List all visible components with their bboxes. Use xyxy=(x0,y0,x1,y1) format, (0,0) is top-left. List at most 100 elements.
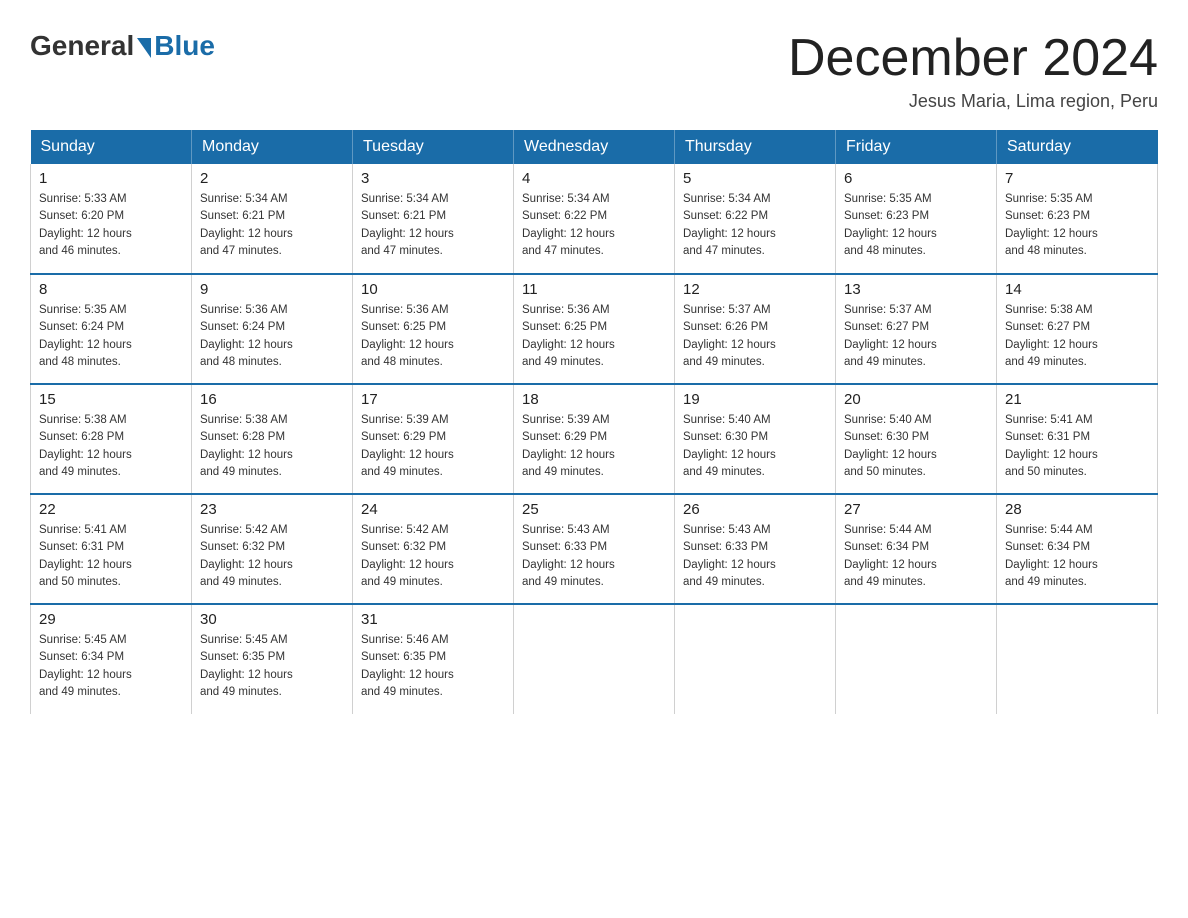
table-row: 30 Sunrise: 5:45 AM Sunset: 6:35 PM Dayl… xyxy=(192,604,353,714)
table-row: 23 Sunrise: 5:42 AM Sunset: 6:32 PM Dayl… xyxy=(192,494,353,604)
table-row: 28 Sunrise: 5:44 AM Sunset: 6:34 PM Dayl… xyxy=(997,494,1158,604)
day-info: Sunrise: 5:33 AM Sunset: 6:20 PM Dayligh… xyxy=(39,191,183,260)
day-number: 7 xyxy=(1005,170,1149,187)
table-row: 13 Sunrise: 5:37 AM Sunset: 6:27 PM Dayl… xyxy=(836,274,997,384)
day-info: Sunrise: 5:34 AM Sunset: 6:22 PM Dayligh… xyxy=(522,191,666,260)
table-row: 2 Sunrise: 5:34 AM Sunset: 6:21 PM Dayli… xyxy=(192,164,353,274)
logo-blue-text: Blue xyxy=(154,30,215,62)
day-number: 24 xyxy=(361,501,505,518)
col-friday: Friday xyxy=(836,130,997,164)
day-number: 8 xyxy=(39,281,183,298)
day-info: Sunrise: 5:36 AM Sunset: 6:24 PM Dayligh… xyxy=(200,302,344,371)
table-row xyxy=(997,604,1158,714)
day-number: 5 xyxy=(683,170,827,187)
day-number: 18 xyxy=(522,391,666,408)
col-tuesday: Tuesday xyxy=(353,130,514,164)
calendar-week-row: 1 Sunrise: 5:33 AM Sunset: 6:20 PM Dayli… xyxy=(31,164,1158,274)
day-number: 27 xyxy=(844,501,988,518)
day-info: Sunrise: 5:46 AM Sunset: 6:35 PM Dayligh… xyxy=(361,632,505,701)
table-row: 6 Sunrise: 5:35 AM Sunset: 6:23 PM Dayli… xyxy=(836,164,997,274)
table-row: 9 Sunrise: 5:36 AM Sunset: 6:24 PM Dayli… xyxy=(192,274,353,384)
table-row: 22 Sunrise: 5:41 AM Sunset: 6:31 PM Dayl… xyxy=(31,494,192,604)
day-info: Sunrise: 5:35 AM Sunset: 6:24 PM Dayligh… xyxy=(39,302,183,371)
day-info: Sunrise: 5:38 AM Sunset: 6:28 PM Dayligh… xyxy=(39,412,183,481)
day-info: Sunrise: 5:44 AM Sunset: 6:34 PM Dayligh… xyxy=(1005,522,1149,591)
calendar-header-row: Sunday Monday Tuesday Wednesday Thursday… xyxy=(31,130,1158,164)
calendar-week-row: 22 Sunrise: 5:41 AM Sunset: 6:31 PM Dayl… xyxy=(31,494,1158,604)
day-number: 20 xyxy=(844,391,988,408)
day-info: Sunrise: 5:36 AM Sunset: 6:25 PM Dayligh… xyxy=(361,302,505,371)
title-area: December 2024 Jesus Maria, Lima region, … xyxy=(788,30,1158,112)
day-number: 26 xyxy=(683,501,827,518)
location-subtitle: Jesus Maria, Lima region, Peru xyxy=(788,91,1158,112)
day-info: Sunrise: 5:34 AM Sunset: 6:22 PM Dayligh… xyxy=(683,191,827,260)
table-row: 4 Sunrise: 5:34 AM Sunset: 6:22 PM Dayli… xyxy=(514,164,675,274)
day-info: Sunrise: 5:34 AM Sunset: 6:21 PM Dayligh… xyxy=(361,191,505,260)
month-title: December 2024 xyxy=(788,30,1158,87)
day-info: Sunrise: 5:34 AM Sunset: 6:21 PM Dayligh… xyxy=(200,191,344,260)
page-header: General Blue December 2024 Jesus Maria, … xyxy=(30,30,1158,112)
day-number: 11 xyxy=(522,281,666,298)
day-info: Sunrise: 5:43 AM Sunset: 6:33 PM Dayligh… xyxy=(683,522,827,591)
table-row: 11 Sunrise: 5:36 AM Sunset: 6:25 PM Dayl… xyxy=(514,274,675,384)
day-info: Sunrise: 5:39 AM Sunset: 6:29 PM Dayligh… xyxy=(522,412,666,481)
col-saturday: Saturday xyxy=(997,130,1158,164)
day-number: 2 xyxy=(200,170,344,187)
table-row: 1 Sunrise: 5:33 AM Sunset: 6:20 PM Dayli… xyxy=(31,164,192,274)
day-info: Sunrise: 5:35 AM Sunset: 6:23 PM Dayligh… xyxy=(1005,191,1149,260)
day-number: 4 xyxy=(522,170,666,187)
day-number: 19 xyxy=(683,391,827,408)
day-number: 23 xyxy=(200,501,344,518)
table-row xyxy=(675,604,836,714)
day-number: 16 xyxy=(200,391,344,408)
day-number: 31 xyxy=(361,611,505,628)
table-row: 8 Sunrise: 5:35 AM Sunset: 6:24 PM Dayli… xyxy=(31,274,192,384)
day-number: 12 xyxy=(683,281,827,298)
table-row xyxy=(836,604,997,714)
day-info: Sunrise: 5:36 AM Sunset: 6:25 PM Dayligh… xyxy=(522,302,666,371)
table-row: 20 Sunrise: 5:40 AM Sunset: 6:30 PM Dayl… xyxy=(836,384,997,494)
day-number: 3 xyxy=(361,170,505,187)
day-number: 1 xyxy=(39,170,183,187)
day-info: Sunrise: 5:45 AM Sunset: 6:34 PM Dayligh… xyxy=(39,632,183,701)
col-thursday: Thursday xyxy=(675,130,836,164)
table-row: 25 Sunrise: 5:43 AM Sunset: 6:33 PM Dayl… xyxy=(514,494,675,604)
calendar-table: Sunday Monday Tuesday Wednesday Thursday… xyxy=(30,130,1158,714)
day-info: Sunrise: 5:38 AM Sunset: 6:28 PM Dayligh… xyxy=(200,412,344,481)
day-number: 28 xyxy=(1005,501,1149,518)
day-number: 15 xyxy=(39,391,183,408)
day-info: Sunrise: 5:41 AM Sunset: 6:31 PM Dayligh… xyxy=(39,522,183,591)
table-row: 5 Sunrise: 5:34 AM Sunset: 6:22 PM Dayli… xyxy=(675,164,836,274)
day-number: 14 xyxy=(1005,281,1149,298)
table-row: 27 Sunrise: 5:44 AM Sunset: 6:34 PM Dayl… xyxy=(836,494,997,604)
day-info: Sunrise: 5:38 AM Sunset: 6:27 PM Dayligh… xyxy=(1005,302,1149,371)
table-row: 26 Sunrise: 5:43 AM Sunset: 6:33 PM Dayl… xyxy=(675,494,836,604)
day-info: Sunrise: 5:40 AM Sunset: 6:30 PM Dayligh… xyxy=(683,412,827,481)
table-row: 16 Sunrise: 5:38 AM Sunset: 6:28 PM Dayl… xyxy=(192,384,353,494)
table-row: 29 Sunrise: 5:45 AM Sunset: 6:34 PM Dayl… xyxy=(31,604,192,714)
logo-general-text: General xyxy=(30,30,134,62)
table-row: 24 Sunrise: 5:42 AM Sunset: 6:32 PM Dayl… xyxy=(353,494,514,604)
day-info: Sunrise: 5:44 AM Sunset: 6:34 PM Dayligh… xyxy=(844,522,988,591)
day-number: 29 xyxy=(39,611,183,628)
col-monday: Monday xyxy=(192,130,353,164)
table-row: 18 Sunrise: 5:39 AM Sunset: 6:29 PM Dayl… xyxy=(514,384,675,494)
table-row: 15 Sunrise: 5:38 AM Sunset: 6:28 PM Dayl… xyxy=(31,384,192,494)
col-wednesday: Wednesday xyxy=(514,130,675,164)
table-row: 31 Sunrise: 5:46 AM Sunset: 6:35 PM Dayl… xyxy=(353,604,514,714)
day-number: 13 xyxy=(844,281,988,298)
calendar-week-row: 8 Sunrise: 5:35 AM Sunset: 6:24 PM Dayli… xyxy=(31,274,1158,384)
day-info: Sunrise: 5:35 AM Sunset: 6:23 PM Dayligh… xyxy=(844,191,988,260)
day-number: 10 xyxy=(361,281,505,298)
day-info: Sunrise: 5:37 AM Sunset: 6:27 PM Dayligh… xyxy=(844,302,988,371)
day-number: 30 xyxy=(200,611,344,628)
calendar-week-row: 15 Sunrise: 5:38 AM Sunset: 6:28 PM Dayl… xyxy=(31,384,1158,494)
table-row: 7 Sunrise: 5:35 AM Sunset: 6:23 PM Dayli… xyxy=(997,164,1158,274)
table-row: 10 Sunrise: 5:36 AM Sunset: 6:25 PM Dayl… xyxy=(353,274,514,384)
table-row: 12 Sunrise: 5:37 AM Sunset: 6:26 PM Dayl… xyxy=(675,274,836,384)
table-row: 21 Sunrise: 5:41 AM Sunset: 6:31 PM Dayl… xyxy=(997,384,1158,494)
day-info: Sunrise: 5:41 AM Sunset: 6:31 PM Dayligh… xyxy=(1005,412,1149,481)
table-row: 3 Sunrise: 5:34 AM Sunset: 6:21 PM Dayli… xyxy=(353,164,514,274)
day-number: 17 xyxy=(361,391,505,408)
col-sunday: Sunday xyxy=(31,130,192,164)
